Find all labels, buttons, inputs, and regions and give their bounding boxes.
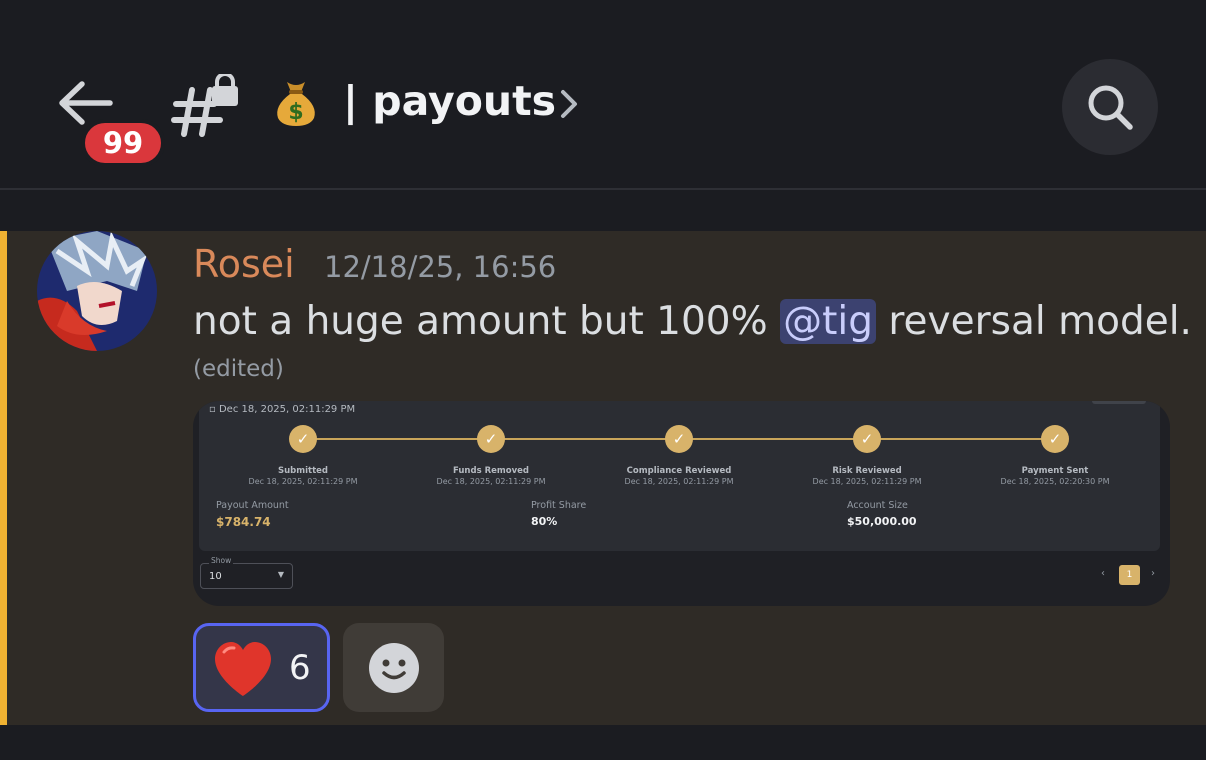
step-date: Dec 18, 2025, 02:20:30 PM xyxy=(1000,477,1110,486)
step-check-icon: ✓ xyxy=(477,425,505,453)
heart-reaction[interactable]: 6 xyxy=(193,623,330,712)
account-size: $50,000.00 xyxy=(847,515,917,528)
avatar[interactable] xyxy=(37,231,157,351)
message-text-after: reversal model. xyxy=(875,299,1192,344)
payout-amount: $784.74 xyxy=(216,515,271,529)
stat-label: Profit Share xyxy=(531,500,587,511)
page-number: 1 xyxy=(1119,565,1140,585)
add-reaction-button[interactable] xyxy=(343,623,444,712)
show-select: Show 10 ▼ xyxy=(200,556,293,589)
add-reaction-smiley-icon xyxy=(369,643,419,693)
unread-badge: 99 xyxy=(81,119,165,167)
payout-date-text: Dec 18, 2025, 02:11:29 PM xyxy=(218,404,356,415)
message-highlighted[interactable]: Rosei 12/18/25, 16:56 not a huge amount … xyxy=(0,231,1206,725)
user-mention[interactable]: @tig xyxy=(780,299,876,344)
prev-page-icon: ‹ xyxy=(1101,568,1105,579)
step-date: Dec 18, 2025, 02:11:29 PM xyxy=(624,477,734,486)
channel-header: 99 $ | payouts xyxy=(0,0,1206,188)
show-value: 10 xyxy=(209,571,222,582)
step-label: Submitted xyxy=(277,466,328,476)
show-label: Show xyxy=(209,556,234,565)
step-check-icon: ✓ xyxy=(665,425,693,453)
svg-text:$: $ xyxy=(288,100,303,125)
stat-label: Payout Amount xyxy=(216,500,289,511)
profit-share: 80% xyxy=(531,515,558,528)
step-date: Dec 18, 2025, 02:11:29 PM xyxy=(248,477,358,486)
channel-name[interactable]: | payouts xyxy=(343,74,556,128)
caret-down-icon: ▼ xyxy=(277,570,284,579)
payout-card: ▫ Dec 18, 2025, 02:11:29 PM ✓ ✓ ✓ ✓ ✓ Su… xyxy=(199,401,1160,551)
step-date: Dec 18, 2025, 02:11:29 PM xyxy=(812,477,922,486)
step-check-icon: ✓ xyxy=(1041,425,1069,453)
step-check-icon: ✓ xyxy=(853,425,881,453)
search-button[interactable] xyxy=(1062,59,1158,155)
bottom-strip xyxy=(0,725,1206,760)
reaction-count: 6 xyxy=(289,648,311,688)
card-tab xyxy=(1092,401,1146,404)
message-text-before: not a huge amount but 100% xyxy=(193,299,781,344)
step-label: Payment Sent xyxy=(1021,466,1089,476)
locked-channel-icon xyxy=(171,74,238,137)
step-label: Compliance Reviewed xyxy=(626,466,732,476)
step-label: Risk Reviewed xyxy=(832,466,902,476)
edited-label: (edited) xyxy=(193,356,284,382)
image-attachment[interactable]: ▫ Dec 18, 2025, 02:11:29 PM ✓ ✓ ✓ ✓ ✓ Su… xyxy=(193,401,1170,606)
next-page-icon: › xyxy=(1151,568,1155,579)
chevron-right-icon[interactable] xyxy=(558,88,580,120)
red-heart-icon xyxy=(215,642,271,696)
money-bag-icon: $ xyxy=(277,82,315,126)
username[interactable]: Rosei xyxy=(193,241,295,287)
timestamp: 12/18/25, 16:56 xyxy=(324,250,557,284)
search-icon xyxy=(1088,85,1133,130)
payout-date: ▫ Dec 18, 2025, 02:11:29 PM xyxy=(209,404,356,415)
header-divider xyxy=(0,188,1206,190)
step-date: Dec 18, 2025, 02:11:29 PM xyxy=(436,477,546,486)
step-check-icon: ✓ xyxy=(289,425,317,453)
avatar-image xyxy=(37,231,157,351)
message-content: not a huge amount but 100% @tig reversal… xyxy=(193,297,1192,347)
stat-label: Account Size xyxy=(847,500,908,511)
step-label: Funds Removed xyxy=(453,466,529,476)
